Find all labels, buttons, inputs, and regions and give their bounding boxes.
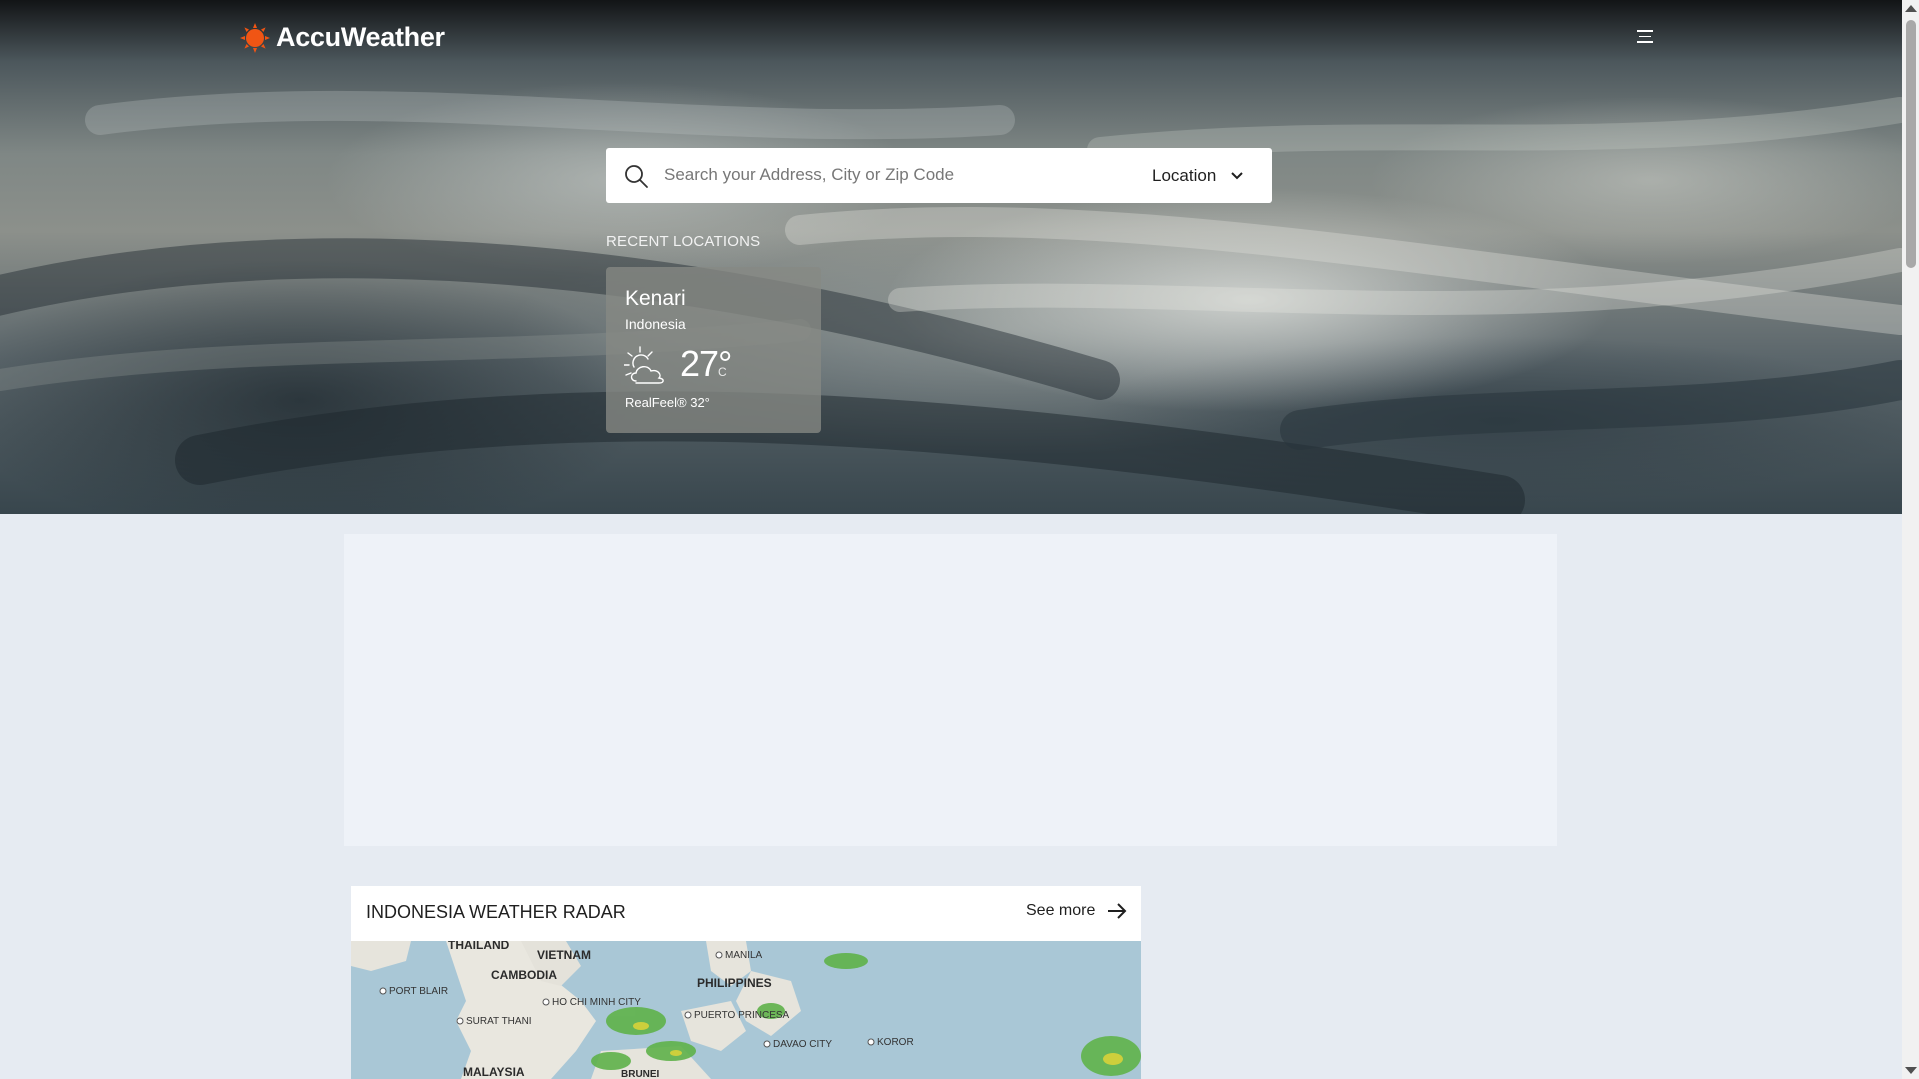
partly-cloudy-icon xyxy=(624,346,664,384)
radar-title: INDONESIA WEATHER RADAR xyxy=(366,902,626,922)
radar-card: INDONESIA WEATHER RADAR See more THAILAN… xyxy=(351,886,1141,1079)
map-label-philippines: PHILIPPINES xyxy=(697,976,772,990)
recent-location-city: Kenari xyxy=(625,287,686,310)
sun-logo-icon xyxy=(240,22,270,53)
realfeel-value: RealFeel® 32° xyxy=(625,395,710,410)
search-input[interactable] xyxy=(664,160,1124,190)
map-label-ho-chi-minh: HO CHI MINH CITY xyxy=(552,997,641,1008)
recent-location-card[interactable]: Kenari Indonesia 27° C RealFeel® 32° xyxy=(606,267,821,433)
arrow-right-icon xyxy=(1108,903,1127,919)
see-more-label: See more xyxy=(1026,902,1096,919)
map-label-brunei: BRUNEI xyxy=(621,1069,660,1079)
map-label-malaysia: MALAYSIA xyxy=(463,1065,525,1079)
scroll-up-arrow-icon[interactable] xyxy=(1905,5,1917,12)
radar-map[interactable]: THAILAND VIETNAM CAMBODIA MANILA PHILIPP… xyxy=(351,941,1141,1079)
scrollbar-thumb[interactable] xyxy=(1906,20,1916,268)
ad-placeholder xyxy=(344,534,1557,846)
search-bar: Location xyxy=(606,148,1272,203)
radar-card-header: INDONESIA WEATHER RADAR See more xyxy=(351,886,1141,941)
location-type-dropdown[interactable]: Location xyxy=(1152,160,1262,192)
map-label-cambodia: CAMBODIA xyxy=(491,968,557,982)
accuweather-logo[interactable]: AccuWeather xyxy=(240,22,445,53)
map-label-thailand: THAILAND xyxy=(448,941,510,952)
map-label-manila: MANILA xyxy=(725,950,763,961)
map-label-koror: KOROR xyxy=(877,1037,914,1048)
hamburger-menu-icon[interactable] xyxy=(1634,30,1656,48)
brand-name: AccuWeather xyxy=(276,22,445,52)
map-label-vietnam: VIETNAM xyxy=(537,948,591,962)
temperature-unit: C xyxy=(718,365,727,379)
map-label-davao: DAVAO CITY xyxy=(773,1039,832,1050)
site-header: AccuWeather xyxy=(0,0,1902,80)
chevron-down-icon xyxy=(1231,172,1243,180)
map-label-port-blair: PORT BLAIR xyxy=(389,986,448,997)
page-scrollbar[interactable] xyxy=(1902,0,1919,1079)
see-more-link[interactable]: See more xyxy=(1026,902,1127,920)
map-label-surat-thani: SURAT THANI xyxy=(466,1016,532,1027)
recent-location-country: Indonesia xyxy=(625,316,686,332)
hero-banner: AccuWeather Location RECENT LOCATIONS Ke… xyxy=(0,0,1902,514)
map-label-puerto-princesa: PUERTO PRINCESA xyxy=(694,1010,790,1021)
recent-locations-heading: RECENT LOCATIONS xyxy=(606,233,761,250)
location-type-label: Location xyxy=(1152,166,1217,185)
search-icon[interactable] xyxy=(623,163,649,189)
scroll-down-arrow-icon[interactable] xyxy=(1905,1067,1917,1074)
